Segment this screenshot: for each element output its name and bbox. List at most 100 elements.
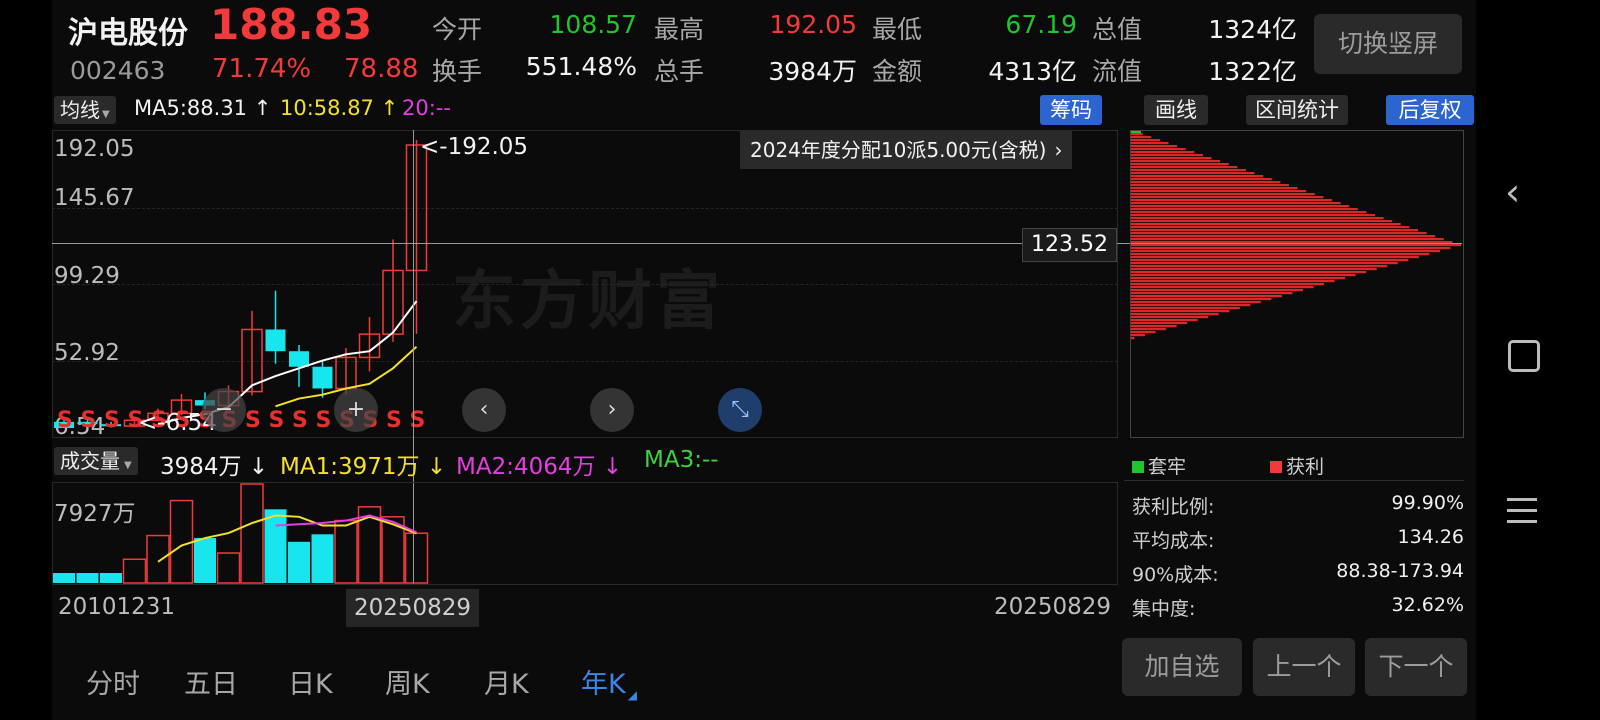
chevron-right-icon: › bbox=[1054, 138, 1063, 162]
profit-chip-bar bbox=[1131, 322, 1188, 325]
system-back-button[interactable]: ‹ bbox=[1505, 170, 1520, 214]
profit-chip-bar bbox=[1131, 226, 1410, 229]
tab-intraday[interactable]: 分时 bbox=[86, 662, 140, 701]
corner-triangle-icon: ◢ bbox=[627, 688, 637, 702]
profit-chip-bar bbox=[1131, 229, 1418, 232]
profit-ratio-label: 获利比例: bbox=[1132, 496, 1215, 518]
scroll-right-button[interactable]: › bbox=[590, 388, 634, 432]
red-square-icon bbox=[1270, 461, 1282, 473]
volume-bar bbox=[264, 509, 287, 583]
dropdown-icon: ▼ bbox=[102, 109, 110, 120]
profit-chip-bar bbox=[1131, 313, 1219, 316]
profit-chip-bar bbox=[1131, 163, 1229, 166]
volume-selector[interactable]: 成交量 ▼ bbox=[54, 447, 138, 475]
tab-five-day[interactable]: 五日 bbox=[184, 662, 238, 701]
volume-chart[interactable] bbox=[52, 482, 1118, 585]
ma20-value: 20:-- bbox=[402, 96, 451, 120]
profit-chip-bar bbox=[1131, 292, 1293, 295]
amount-value: 4313亿 bbox=[988, 57, 1077, 86]
plus-icon: + bbox=[346, 397, 366, 422]
chips-distribution-chart bbox=[1131, 131, 1461, 340]
profit-chip-bar bbox=[1131, 256, 1419, 259]
cost90-label: 90%成本: bbox=[1132, 564, 1219, 586]
zoom-in-button[interactable]: + bbox=[334, 388, 378, 432]
profit-chip-bar bbox=[1131, 319, 1198, 322]
profit-chip-bar bbox=[1131, 142, 1169, 145]
legend-trapped-text: 套牢 bbox=[1148, 456, 1187, 478]
scroll-left-button[interactable]: ‹ bbox=[462, 388, 506, 432]
volume-current-text: 3984万 bbox=[160, 454, 242, 480]
profit-chip-bar bbox=[1131, 277, 1346, 280]
profit-chip-bar bbox=[1131, 262, 1398, 265]
profit-chip-bar bbox=[1131, 337, 1135, 340]
tab-daily-k[interactable]: 日K bbox=[288, 662, 333, 701]
profit-chip-bar bbox=[1131, 286, 1314, 289]
s-marker: S bbox=[80, 408, 97, 433]
vol-ma1-text: MA1:3971万 bbox=[280, 454, 420, 480]
profit-chip-bar bbox=[1131, 166, 1238, 169]
legend-profit: 获利 bbox=[1270, 452, 1324, 479]
change-percent: 71.74% bbox=[212, 54, 312, 84]
profit-chip-bar bbox=[1131, 160, 1221, 163]
dropdown-icon: ▼ bbox=[124, 460, 132, 471]
profit-chip-bar bbox=[1131, 214, 1375, 217]
volume-current: 3984万 ↓ bbox=[160, 447, 268, 481]
range-stats-button[interactable]: 区间统计 bbox=[1246, 95, 1348, 125]
dividend-note[interactable]: 2024年度分配10派5.00元(含税) › bbox=[740, 131, 1073, 169]
s-marker: S bbox=[268, 408, 285, 433]
profit-chip-bar bbox=[1131, 259, 1409, 262]
volume-bar bbox=[334, 519, 358, 584]
open-value: 108.57 bbox=[549, 10, 637, 39]
amount-label: 金额 bbox=[872, 57, 923, 86]
profit-chip-bar bbox=[1131, 211, 1367, 214]
zoom-out-button[interactable]: − bbox=[202, 388, 246, 432]
profit-chip-bar bbox=[1131, 331, 1156, 334]
volume-value: 3984万 bbox=[768, 57, 857, 86]
profit-chip-bar bbox=[1131, 205, 1350, 208]
tab-yearly-k[interactable]: 年K ◢ bbox=[581, 662, 637, 702]
cost90-value: 88.38-173.94 bbox=[1336, 560, 1464, 582]
profit-chip-bar bbox=[1131, 148, 1186, 151]
volume-label: 总手 bbox=[654, 57, 705, 86]
profit-chip-bar bbox=[1131, 139, 1160, 142]
profit-chip-bar bbox=[1131, 136, 1152, 139]
chevron-right-icon: › bbox=[607, 397, 617, 422]
total-value-label: 总值 bbox=[1092, 15, 1143, 44]
collapse-button[interactable]: ⤡ bbox=[718, 388, 762, 432]
ma5-text: MA5:88.31 bbox=[134, 96, 248, 120]
profit-chip-bar bbox=[1131, 169, 1246, 172]
volume-bar bbox=[240, 483, 264, 584]
profit-chip-bar bbox=[1131, 232, 1427, 235]
low-value: 67.19 bbox=[1005, 10, 1077, 39]
adjust-button[interactable]: 后复权 bbox=[1386, 95, 1474, 125]
s-marker: S bbox=[386, 408, 402, 433]
arrow-up-icon: ↑ bbox=[253, 96, 272, 120]
profit-chip-bar bbox=[1131, 184, 1289, 187]
previous-stock-button[interactable]: 上一个 bbox=[1253, 638, 1355, 696]
system-recents-button[interactable] bbox=[1507, 498, 1537, 523]
ma10-value: 10:58.87 ↑ bbox=[280, 96, 398, 120]
arrow-down-icon: ↓ bbox=[248, 454, 269, 480]
profit-chip-bar bbox=[1131, 265, 1388, 268]
tab-weekly-k[interactable]: 周K bbox=[385, 662, 430, 701]
next-stock-button[interactable]: 下一个 bbox=[1365, 638, 1467, 696]
volume-bar bbox=[311, 534, 334, 583]
stock-app: 沪电股份 188.83 002463 71.74% 78.88 今开 108.5… bbox=[52, 0, 1476, 720]
profit-chip-bar bbox=[1131, 190, 1307, 193]
ma-selector[interactable]: 均线 ▼ bbox=[54, 96, 116, 124]
s-markers: SSSSSSSSSSSSSSSS bbox=[52, 408, 482, 438]
tab-monthly-k[interactable]: 月K bbox=[484, 662, 529, 701]
turnover-value: 551.48% bbox=[525, 52, 637, 81]
switch-portrait-button[interactable]: 切换竖屏 bbox=[1314, 14, 1462, 74]
volume-bar bbox=[146, 534, 170, 584]
profit-chip-bar bbox=[1131, 250, 1440, 253]
draw-line-button[interactable]: 画线 bbox=[1144, 95, 1208, 125]
arrow-down-icon: ↓ bbox=[426, 454, 447, 480]
profit-chip-bar bbox=[1131, 247, 1451, 250]
volume-bar bbox=[169, 499, 194, 584]
profit-chip-bar bbox=[1131, 271, 1367, 274]
add-watchlist-button[interactable]: 加自选 bbox=[1122, 638, 1242, 696]
chips-button[interactable]: 筹码 bbox=[1040, 95, 1102, 125]
system-home-button[interactable] bbox=[1508, 340, 1540, 372]
profit-chip-bar bbox=[1131, 289, 1304, 292]
